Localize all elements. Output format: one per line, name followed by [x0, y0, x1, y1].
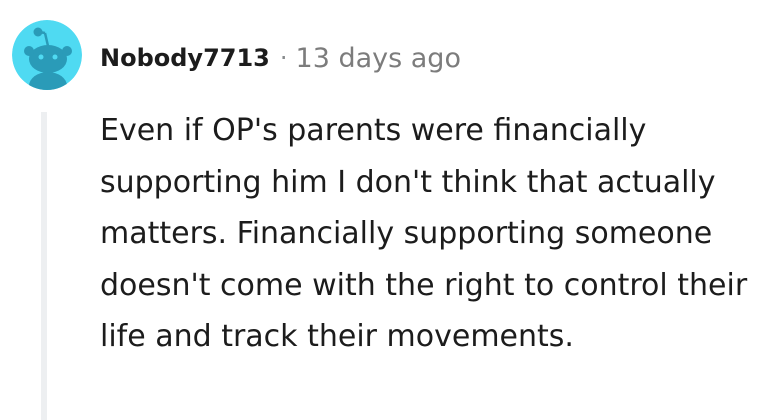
- user-avatar[interactable]: [12, 20, 82, 90]
- reddit-snoo-icon: [12, 20, 82, 90]
- comment-author[interactable]: Nobody7713: [100, 44, 270, 72]
- thread-collapse-line[interactable]: [41, 112, 47, 420]
- comment-header: Nobody7713 · 13 days ago: [100, 38, 461, 78]
- meta-separator: ·: [279, 44, 288, 72]
- comment-body: Even if OP's parents were financially su…: [100, 113, 748, 354]
- comment-timestamp[interactable]: 13 days ago: [296, 43, 461, 74]
- comment: Nobody7713 · 13 days ago Even if OP's pa…: [0, 0, 765, 420]
